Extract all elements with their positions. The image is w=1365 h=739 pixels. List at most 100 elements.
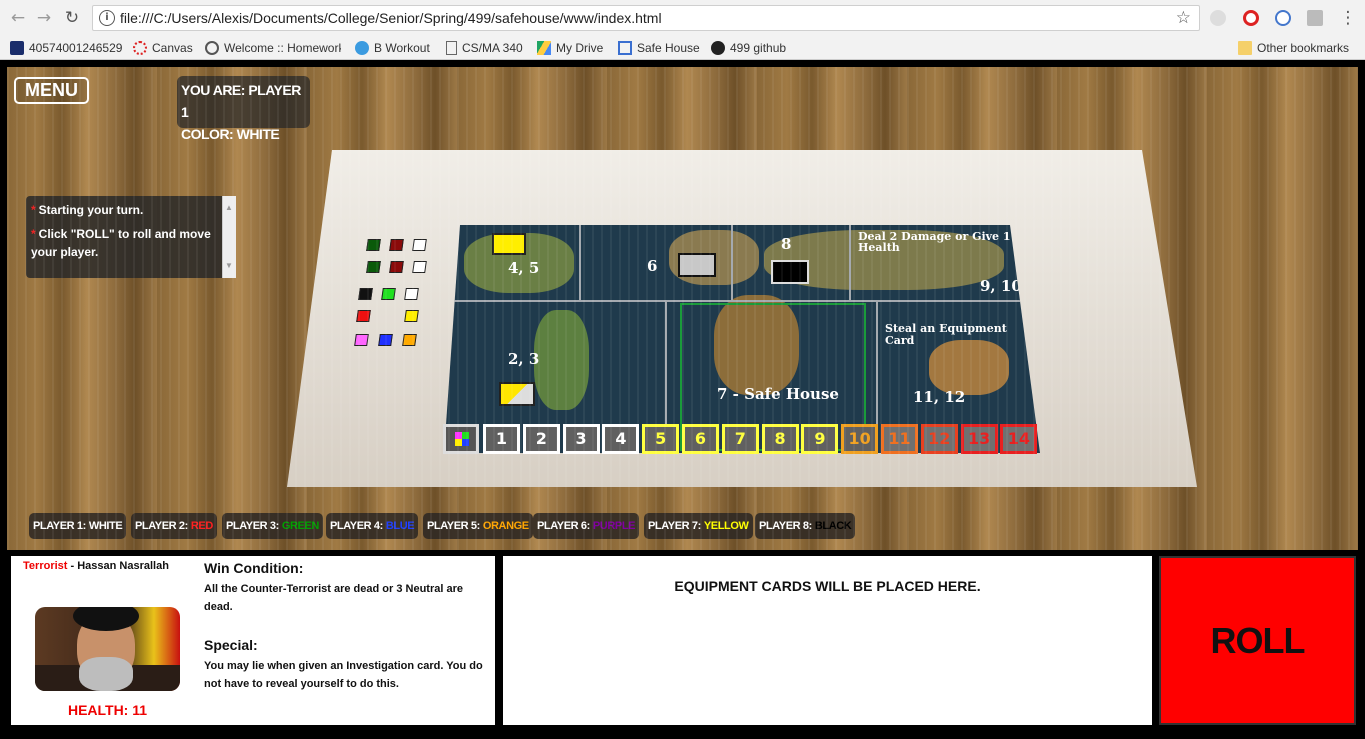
homework-icon: [205, 41, 219, 55]
bookmark-item[interactable]: Safe House: [618, 39, 700, 57]
player-badge-label: PLAYER 7:: [648, 520, 701, 532]
track-cell: 10: [841, 424, 879, 454]
character-name: Terrorist - Hassan Nasrallah: [16, 560, 176, 572]
bookmark-item[interactable]: Welcome :: Homework: [205, 39, 341, 57]
url-text: file:///C:/Users/Alexis/Documents/Colleg…: [120, 10, 662, 26]
extension-fo-icon[interactable]: [1210, 10, 1226, 26]
track-cell: 6: [682, 424, 719, 454]
zone-label: 8: [781, 235, 792, 253]
track-cell: 1: [483, 424, 520, 454]
zone-divider: [849, 225, 851, 300]
damage-track: 1 2 3 4 5 6 7 8 9 10 11 12 13 14: [443, 424, 1043, 456]
scroll-up-icon[interactable]: ▲: [225, 199, 233, 217]
document-icon: [446, 41, 457, 55]
bookmark-item[interactable]: CS/MA 340: [446, 39, 523, 57]
zone-title: Deal 2 Damage or Give 1 Health: [858, 230, 1011, 254]
token-purple: [455, 432, 462, 439]
die-green-icon: [366, 239, 381, 251]
extension-icon[interactable]: [1307, 10, 1323, 26]
log-entry: * Click "ROLL" to roll and move your play…: [31, 227, 211, 259]
bookmark-item[interactable]: My Drive: [537, 39, 603, 57]
track-cell: 5: [642, 424, 680, 454]
browser-toolbar: ← → ↻ i file:///C:/Users/Alexis/Document…: [0, 0, 1365, 36]
player-badge-label: PLAYER 4:: [330, 520, 383, 532]
win-condition-heading: Win Condition:: [204, 560, 304, 576]
zone-label: 2, 3: [508, 350, 540, 368]
die-white-icon: [412, 261, 427, 273]
you-are-label: YOU ARE: PLAYER 1: [181, 82, 301, 120]
player-marker-white-yellow: [499, 382, 535, 406]
bookmark-item[interactable]: Canvas: [133, 39, 193, 57]
die-red-icon: [389, 239, 404, 251]
log-scrollbar[interactable]: ▲ ▼: [222, 196, 236, 278]
player-badge: PLAYER 8: BLACK: [755, 513, 856, 539]
player-badge-label: PLAYER 6:: [537, 520, 590, 532]
address-bar[interactable]: i file:///C:/Users/Alexis/Documents/Coll…: [92, 5, 1200, 31]
zone-label: 6: [647, 257, 658, 275]
bookmark-item[interactable]: 40574001246529: [10, 39, 122, 57]
forward-icon[interactable]: →: [34, 8, 54, 28]
track-start-cell: [443, 424, 479, 454]
player-badge-color: BLACK: [814, 520, 852, 532]
track-cell: 2: [522, 424, 560, 454]
canvas-icon: [133, 41, 147, 55]
die-white-icon: [412, 239, 427, 251]
drive-icon: [537, 41, 551, 55]
special-text: You may lie when given an Investigation …: [204, 660, 483, 690]
player-badge-label: PLAYER 2:: [135, 520, 188, 532]
bookmark-item[interactable]: 499 github: [711, 39, 786, 57]
bookmark-item[interactable]: B Workout: [355, 39, 430, 57]
track-cell: 7: [721, 424, 759, 454]
player-marker-yellow: [492, 233, 526, 255]
workout-icon: [355, 41, 369, 55]
back-icon[interactable]: ←: [8, 8, 28, 28]
bookmark-label: B Workout: [374, 41, 430, 55]
info-icon[interactable]: i: [99, 10, 115, 26]
bookmark-label: 40574001246529: [29, 41, 123, 55]
bottom-bar: [0, 725, 1365, 739]
scroll-down-icon[interactable]: ▼: [225, 257, 233, 275]
player-cube-blue: [378, 334, 393, 346]
track-cell: 11: [881, 424, 918, 454]
die-red-icon: [389, 261, 404, 273]
reload-icon[interactable]: ↻: [62, 8, 82, 28]
zone-label: 9, 10: [980, 277, 1022, 295]
track-cell: 3: [562, 424, 600, 454]
bookmark-star-icon[interactable]: ☆: [1176, 8, 1191, 28]
token-green: [462, 432, 469, 439]
menu-button[interactable]: MENU: [14, 77, 89, 104]
bullet-icon: *: [31, 203, 36, 217]
bookmark-label: My Drive: [556, 41, 604, 55]
player-badge-label: PLAYER 8:: [759, 520, 812, 532]
character-person: - Hassan Nasrallah: [67, 560, 169, 572]
player-badge-color: PURPLE: [592, 520, 636, 532]
player-cube-green: [381, 288, 396, 300]
game-log[interactable]: * Starting your turn. * Click "ROLL" to ro…: [26, 196, 236, 278]
roll-button[interactable]: ROLL: [1159, 556, 1356, 725]
player-badge-label: PLAYER 3:: [226, 520, 279, 532]
player-info: YOU ARE: PLAYER 1 COLOR: WHITE: [177, 76, 310, 142]
player-color-label: COLOR: WHITE: [181, 126, 280, 142]
player-badge-color: ORANGE: [482, 520, 529, 532]
track-cell: 9: [801, 424, 839, 454]
other-bookmarks-label: Other bookmarks: [1257, 41, 1350, 55]
south-america: [534, 310, 589, 410]
opera-icon[interactable]: [1243, 10, 1259, 26]
player-badge-label: PLAYER 1:: [33, 520, 86, 532]
game-view: 4, 5 6 8 Deal 2 Damage or Give 1 Health …: [7, 67, 1358, 550]
player-cube-red: [356, 310, 371, 322]
search-extension-icon[interactable]: [1275, 10, 1291, 26]
token-blue: [462, 439, 469, 446]
player-cube-yellow: [404, 310, 419, 322]
player-cube-purple: [354, 334, 369, 346]
equipment-panel: EQUIPMENT CARDS WILL BE PLACED HERE.: [503, 556, 1152, 725]
world-map: 4, 5 6 8 Deal 2 Damage or Give 1 Health …: [444, 225, 1040, 453]
character-card: Terrorist - Hassan Nasrallah HEALTH: 11 …: [11, 556, 495, 725]
player-badge: PLAYER 2: RED: [131, 513, 217, 539]
more-menu-icon[interactable]: ⋮: [1338, 8, 1358, 28]
character-role: Terrorist: [23, 560, 68, 572]
player-badge-color: YELLOW: [703, 520, 749, 532]
page-icon: [618, 41, 632, 55]
other-bookmarks[interactable]: Other bookmarks: [1238, 39, 1349, 57]
player-cube-black: [358, 288, 373, 300]
